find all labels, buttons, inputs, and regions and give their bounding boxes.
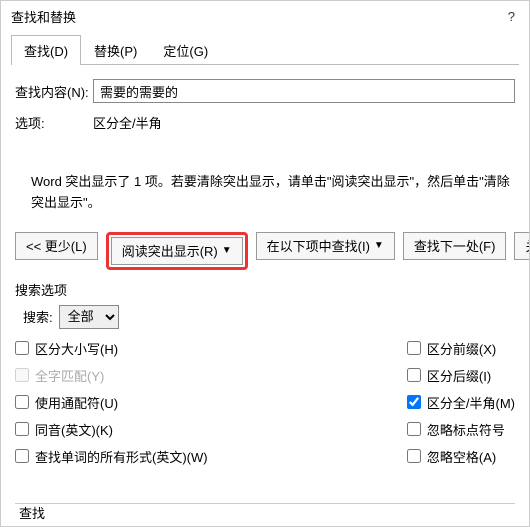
checkbox-area: 区分大小写(H) 全字匹配(Y) 使用通配符(U) 同音(英文)(K) 查找单词的所有形… xyxy=(15,339,515,466)
tab-find[interactable]: 查找(D) xyxy=(11,35,81,65)
checkbox-input[interactable] xyxy=(407,449,421,463)
checkbox-input[interactable] xyxy=(15,341,29,355)
find-next-label: 查找下一处(F) xyxy=(414,236,496,255)
checkbox-item[interactable]: 忽略空格(A) xyxy=(407,447,515,466)
options-value: 区分全/半角 xyxy=(93,113,515,132)
search-direction-row: 搜索: 全部 xyxy=(23,305,515,329)
checkbox-label: 区分全/半角(M) xyxy=(427,393,515,412)
find-replace-dialog: 查找和替换 ? 查找(D) 替换(P) 定位(G) 查找内容(N): 选项: 区… xyxy=(0,0,530,527)
checkbox-item: 全字匹配(Y) xyxy=(15,366,407,385)
checkbox-item[interactable]: 区分大小写(H) xyxy=(15,339,407,358)
checkbox-input[interactable] xyxy=(407,395,421,409)
checkbox-label: 同音(英文)(K) xyxy=(35,420,113,439)
tab-find-label: 查找(D) xyxy=(24,44,68,59)
options-label: 选项: xyxy=(15,113,93,132)
search-label: 搜索: xyxy=(23,307,53,326)
checkbox-item[interactable]: 区分前缀(X) xyxy=(407,339,515,358)
checkbox-label: 查找单词的所有形式(英文)(W) xyxy=(35,447,208,466)
form-area: 查找内容(N): 选项: 区分全/半角 xyxy=(1,65,529,132)
tab-replace-label: 替换(P) xyxy=(94,44,137,59)
checkbox-label: 区分后缀(I) xyxy=(427,366,491,385)
checkbox-item[interactable]: 查找单词的所有形式(英文)(W) xyxy=(15,447,407,466)
checkbox-label: 忽略标点符号 xyxy=(427,420,505,439)
checkbox-item[interactable]: 区分全/半角(M) xyxy=(407,393,515,412)
titlebar: 查找和替换 ? xyxy=(1,1,529,28)
checkbox-label: 忽略空格(A) xyxy=(427,447,496,466)
checkbox-item[interactable]: 使用通配符(U) xyxy=(15,393,407,412)
search-options-label: 搜索选项 xyxy=(15,280,515,299)
bottom-section-label: 查找 xyxy=(19,503,45,522)
info-text: Word 突出显示了 1 项。若要清除突出显示，请单击"阅读突出显示"，然后单击… xyxy=(31,172,511,214)
less-button-label: << 更少(L) xyxy=(26,236,87,255)
find-content-input[interactable] xyxy=(93,79,515,103)
close-label: 关闭 xyxy=(525,236,530,255)
dialog-title: 查找和替换 xyxy=(11,7,76,26)
checkbox-col-right: 区分前缀(X) 区分后缀(I) 区分全/半角(M) 忽略标点符号忽略空格(A) xyxy=(407,339,515,466)
find-in-button[interactable]: 在以下项中查找(I) ▼ xyxy=(256,232,395,260)
checkbox-input xyxy=(15,368,29,382)
divider xyxy=(15,503,515,504)
tab-replace[interactable]: 替换(P) xyxy=(81,35,150,65)
checkbox-input[interactable] xyxy=(407,368,421,382)
chevron-down-icon: ▼ xyxy=(222,245,232,256)
checkbox-col-left: 区分大小写(H) 全字匹配(Y) 使用通配符(U) 同音(英文)(K) 查找单词的所有形… xyxy=(15,339,407,466)
reading-highlight-label: 阅读突出显示(R) xyxy=(122,241,218,260)
checkbox-label: 使用通配符(U) xyxy=(35,393,118,412)
checkbox-input[interactable] xyxy=(15,395,29,409)
find-in-label: 在以下项中查找(I) xyxy=(267,236,370,255)
find-content-label: 查找内容(N): xyxy=(15,82,93,101)
tab-goto[interactable]: 定位(G) xyxy=(150,35,221,65)
less-button[interactable]: << 更少(L) xyxy=(15,232,98,260)
checkbox-input[interactable] xyxy=(407,422,421,436)
checkbox-input[interactable] xyxy=(15,422,29,436)
highlight-annotation: 阅读突出显示(R) ▼ xyxy=(106,232,248,270)
checkbox-item[interactable]: 同音(英文)(K) xyxy=(15,420,407,439)
chevron-down-icon: ▼ xyxy=(374,240,384,251)
checkbox-input[interactable] xyxy=(15,449,29,463)
tab-goto-label: 定位(G) xyxy=(163,44,208,59)
tab-bar: 查找(D) 替换(P) 定位(G) xyxy=(11,34,519,65)
checkbox-item[interactable]: 区分后缀(I) xyxy=(407,366,515,385)
reading-highlight-button[interactable]: 阅读突出显示(R) ▼ xyxy=(111,237,243,265)
checkbox-item[interactable]: 忽略标点符号 xyxy=(407,420,515,439)
checkbox-label: 全字匹配(Y) xyxy=(35,366,104,385)
close-button[interactable]: 关闭 xyxy=(514,232,530,260)
search-direction-select[interactable]: 全部 xyxy=(59,305,119,329)
button-row: << 更少(L) 阅读突出显示(R) ▼ 在以下项中查找(I) ▼ 查找下一处(F)… xyxy=(15,232,515,270)
checkbox-label: 区分前缀(X) xyxy=(427,339,496,358)
checkbox-label: 区分大小写(H) xyxy=(35,339,118,358)
find-next-button[interactable]: 查找下一处(F) xyxy=(403,232,507,260)
checkbox-input[interactable] xyxy=(407,341,421,355)
help-icon[interactable]: ? xyxy=(508,9,519,24)
